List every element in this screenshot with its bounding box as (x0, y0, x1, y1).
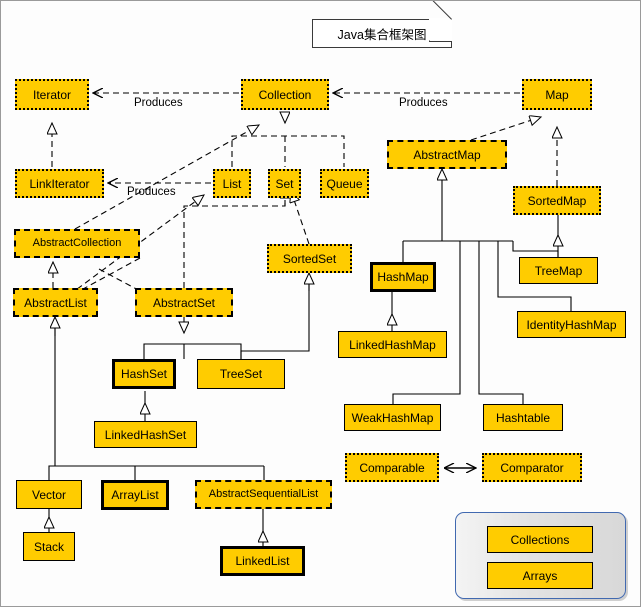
node-label: SortedSet (282, 251, 337, 266)
page-title: Java集合框架图 (337, 28, 427, 42)
node-treemap[interactable]: TreeMap (519, 257, 598, 284)
node-abstractlist[interactable]: AbstractList (13, 288, 98, 317)
node-linkedhashmap[interactable]: LinkedHashMap (338, 331, 447, 358)
node-queue[interactable]: Queue (320, 169, 369, 198)
node-label: AbstractList (24, 295, 87, 310)
node-label: List (222, 176, 242, 191)
node-label: Collections (510, 532, 570, 547)
node-label: LinkedHashMap (349, 337, 436, 352)
node-comparator[interactable]: Comparator (482, 453, 582, 482)
node-abstractset[interactable]: AbstractSet (135, 288, 233, 317)
node-sortedmap[interactable]: SortedMap (513, 186, 601, 215)
node-stack[interactable]: Stack (23, 532, 75, 561)
node-collection[interactable]: Collection (241, 79, 329, 110)
node-hashset[interactable]: HashSet (112, 359, 176, 389)
node-label: LinkedList (235, 554, 290, 568)
node-label: Set (275, 176, 294, 191)
diagram-canvas: Java集合框架图 Produces Produces Produces Itera… (0, 0, 641, 607)
node-label: Hashtable (495, 410, 551, 425)
node-label: Vector (31, 487, 67, 502)
diagram-title-note: Java集合框架图 (312, 1, 452, 48)
edge-label-produces-linkiterator: Produces (127, 186, 176, 198)
node-identityhashmap[interactable]: IdentityHashMap (517, 311, 626, 338)
node-abstractmap[interactable]: AbstractMap (387, 140, 507, 169)
node-label: IdentityHashMap (526, 317, 617, 332)
node-label: SortedMap (527, 193, 587, 208)
node-hashmap[interactable]: HashMap (370, 262, 436, 292)
node-vector[interactable]: Vector (16, 480, 82, 509)
note-fold-line-icon (429, 1, 452, 20)
edge-label-produces-iterator: Produces (134, 97, 183, 109)
node-linkedlist[interactable]: LinkedList (220, 546, 305, 576)
node-set[interactable]: Set (268, 169, 301, 198)
edge-label-produces-map: Produces (399, 97, 448, 109)
node-label: AbstractSequentialList (208, 488, 319, 500)
node-iterator[interactable]: Iterator (15, 79, 89, 110)
node-hashtable[interactable]: Hashtable (483, 404, 563, 431)
node-linkedhashset[interactable]: LinkedHashSet (94, 421, 197, 448)
node-label: Map (545, 87, 569, 102)
node-label: AbstractCollection (32, 237, 122, 249)
node-label: HashSet (120, 367, 168, 381)
node-label: LinkIterator (29, 176, 90, 191)
node-arrays[interactable]: Arrays (487, 562, 593, 589)
node-label: HashMap (377, 270, 429, 284)
node-label: Arrays (522, 568, 558, 583)
node-sortedset[interactable]: SortedSet (267, 244, 352, 273)
node-label: WeakHashMap (351, 410, 434, 425)
note-fold-corner-icon (429, 18, 452, 42)
node-treeset[interactable]: TreeSet (197, 359, 285, 389)
node-label: Queue (326, 176, 363, 191)
node-label: Stack (33, 539, 64, 554)
node-comparable[interactable]: Comparable (345, 453, 439, 482)
node-label: Iterator (32, 87, 71, 102)
node-label: AbstractMap (413, 147, 481, 162)
node-label: AbstractSet (152, 295, 216, 310)
node-label: LinkedHashSet (104, 427, 187, 442)
node-label: Comparator (500, 460, 564, 475)
node-weakhashmap[interactable]: WeakHashMap (344, 404, 441, 431)
node-list[interactable]: List (213, 169, 251, 198)
node-label: Collection (258, 87, 312, 102)
node-label: Comparable (359, 460, 425, 475)
node-map[interactable]: Map (522, 79, 592, 110)
node-abstractsequentiallist[interactable]: AbstractSequentialList (195, 480, 332, 509)
node-collections[interactable]: Collections (487, 526, 593, 553)
node-label: TreeMap (534, 263, 583, 278)
node-linkiterator[interactable]: LinkIterator (15, 169, 104, 198)
node-label: ArrayList (111, 488, 159, 502)
node-arraylist[interactable]: ArrayList (101, 480, 169, 510)
node-abstractcollection[interactable]: AbstractCollection (14, 229, 140, 258)
node-label: TreeSet (219, 367, 263, 381)
